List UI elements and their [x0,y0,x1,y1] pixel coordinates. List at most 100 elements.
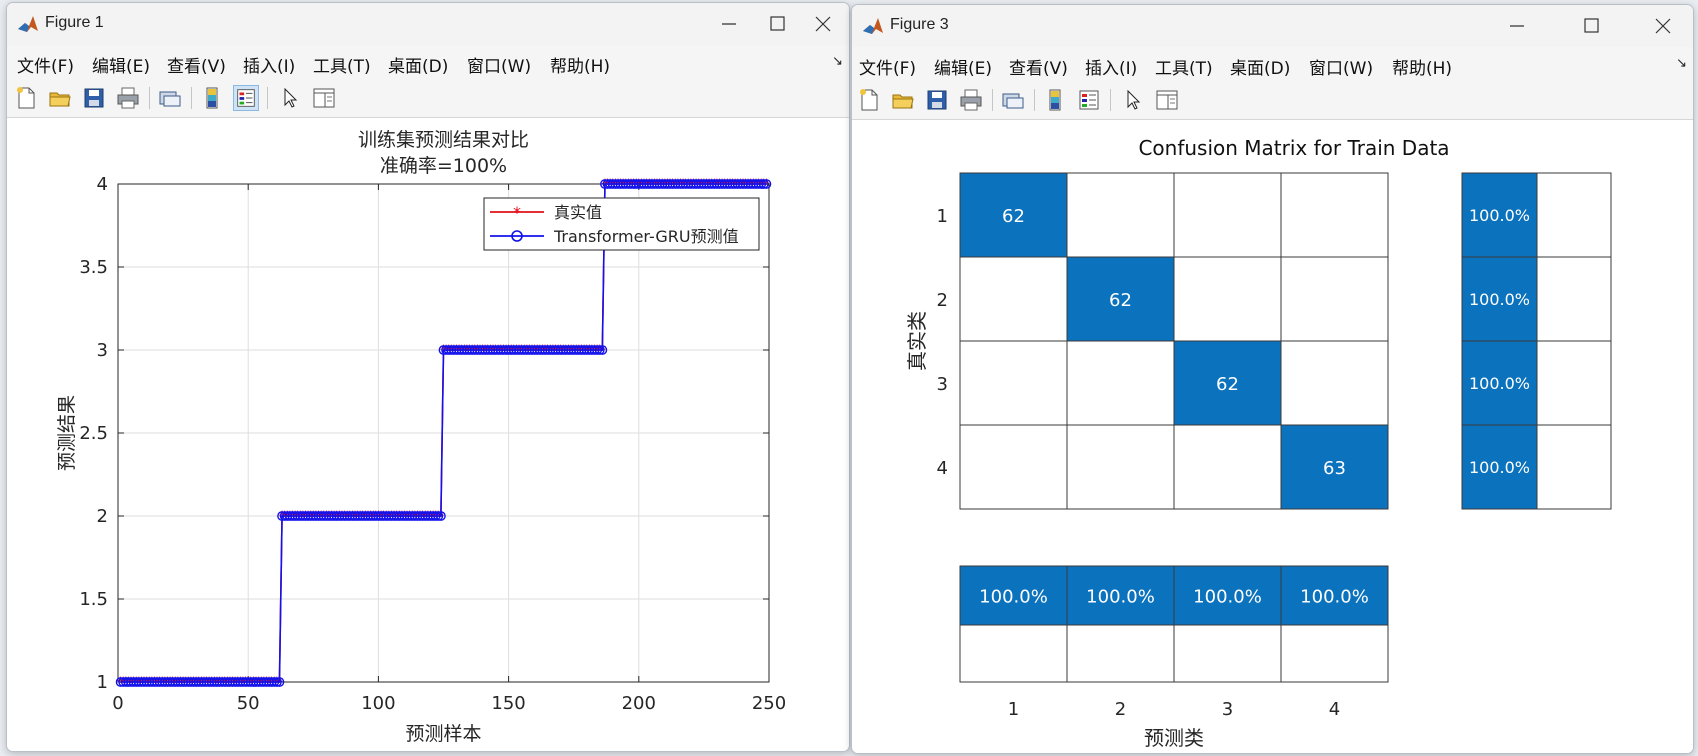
menu-insert[interactable]: 插入(I) [243,52,295,77]
figure-window-1: Figure 1 文件(F) 编辑(E) 查看(V) 插入(I) 工具(T) 桌… [6,2,850,752]
menu-view[interactable]: 查看(V) [1009,54,1068,79]
menu-file[interactable]: 文件(F) [17,52,74,77]
link-plot-icon[interactable] [1000,87,1026,113]
chart-title: Confusion Matrix for Train Data [1138,136,1449,160]
property-inspector-icon[interactable] [311,85,337,111]
figure-canvas: Confusion Matrix for Train Data 62 1 62 2 62 3… [852,120,1693,753]
close-button[interactable] [801,9,845,39]
matrix-cell [959,256,1068,342]
y-tick-label: 2 [97,506,108,527]
toolbar-separator [992,89,993,111]
maximize-button[interactable] [755,9,799,39]
row-summary-value: 100.0% [1469,374,1530,393]
column-summary-cell-empty [1173,624,1282,683]
matlab-logo-icon [17,14,39,34]
matrix-cell-value: 62 [1002,206,1025,227]
colorbar-icon[interactable] [1042,87,1068,113]
link-plot-icon[interactable] [157,85,183,111]
window-title: Figure 3 [890,16,949,33]
toolbar-separator [191,87,192,109]
row-summary-cell-empty [1536,172,1612,258]
y-tick-label: 4 [97,174,108,195]
save-icon[interactable] [81,85,107,111]
print-icon[interactable] [958,87,984,113]
x-tick-label: 0 [112,693,123,714]
title-bar[interactable]: Figure 1 [7,3,849,45]
matrix-cell [1173,424,1282,510]
column-summary-cell-empty [1066,624,1175,683]
matrix-cell [1280,172,1389,258]
matrix-cell-value: 63 [1323,458,1346,479]
open-folder-icon[interactable] [47,85,73,111]
new-figure-icon[interactable] [856,87,882,113]
legend-label: 真实值 [554,203,602,222]
menu-view[interactable]: 查看(V) [167,52,226,77]
column-summary-value: 100.0% [979,587,1048,608]
open-folder-icon[interactable] [890,87,916,113]
x-axis-label: 预测类 [1144,726,1204,750]
menu-bar: 文件(F) 编辑(E) 查看(V) 插入(I) 工具(T) 桌面(D) 窗口(W… [7,45,849,79]
close-button[interactable] [1641,11,1685,41]
column-summary-value: 100.0% [1300,587,1369,608]
minimize-button[interactable] [707,9,751,39]
row-class-label: 1 [937,206,948,227]
toolbar [7,79,849,118]
column-summary-value: 100.0% [1086,587,1155,608]
legend-label: Transformer-GRU预测值 [553,227,739,246]
y-tick-label: 3.5 [79,257,108,278]
pointer-arrow-icon[interactable] [277,85,303,111]
y-tick-label: 1.5 [79,589,108,610]
row-class-label: 3 [937,374,948,395]
menu-file[interactable]: 文件(F) [859,54,916,79]
matrix-cell [959,424,1068,510]
matrix-cell [1066,424,1175,510]
x-tick-label: 200 [622,693,656,714]
menu-desktop[interactable]: 桌面(D) [1230,54,1290,79]
y-tick-label: 3 [97,340,108,361]
new-figure-icon[interactable] [13,85,39,111]
menu-window[interactable]: 窗口(W) [467,52,531,77]
save-icon[interactable] [924,87,950,113]
legend-marker-true: * [513,203,521,222]
matrix-cell [959,340,1068,426]
menu-help[interactable]: 帮助(H) [1392,54,1452,79]
dock-arrow-icon[interactable]: ↘ [832,54,843,69]
menu-desktop[interactable]: 桌面(D) [388,52,448,77]
menu-edit[interactable]: 编辑(E) [92,52,150,77]
row-summary-cell-empty [1536,256,1612,342]
row-summary-value: 100.0% [1469,290,1530,309]
row-summary-value: 100.0% [1469,458,1530,477]
menu-bar: 文件(F) 编辑(E) 查看(V) 插入(I) 工具(T) 桌面(D) 窗口(W… [852,47,1693,81]
title-bar[interactable]: Figure 3 [852,5,1693,47]
x-tick-label: 150 [491,693,525,714]
legend-icon[interactable] [233,85,259,111]
y-axis-label: 真实类 [905,311,929,371]
legend-icon[interactable] [1076,87,1102,113]
row-class-label: 2 [937,290,948,311]
maximize-button[interactable] [1569,11,1613,41]
row-class-label: 4 [937,458,948,479]
y-tick-label: 2.5 [79,423,108,444]
dock-arrow-icon[interactable]: ↘ [1676,56,1687,71]
menu-edit[interactable]: 编辑(E) [934,54,992,79]
matrix-cell [1280,340,1389,426]
menu-tools[interactable]: 工具(T) [313,52,371,77]
column-class-label: 3 [1222,699,1233,720]
column-class-label: 2 [1115,699,1126,720]
matrix-cell-value: 62 [1216,374,1239,395]
property-inspector-icon[interactable] [1154,87,1180,113]
colorbar-icon[interactable] [199,85,225,111]
minimize-button[interactable] [1495,11,1539,41]
toolbar-separator [1110,89,1111,111]
toolbar [852,81,1693,120]
toolbar-separator [149,87,150,109]
column-summary-value: 100.0% [1193,587,1262,608]
toolbar-separator [267,87,268,109]
menu-window[interactable]: 窗口(W) [1309,54,1373,79]
print-icon[interactable] [115,85,141,111]
matrix-cell [1066,172,1175,258]
menu-help[interactable]: 帮助(H) [550,52,610,77]
menu-tools[interactable]: 工具(T) [1155,54,1213,79]
pointer-arrow-icon[interactable] [1120,87,1146,113]
menu-insert[interactable]: 插入(I) [1085,54,1137,79]
